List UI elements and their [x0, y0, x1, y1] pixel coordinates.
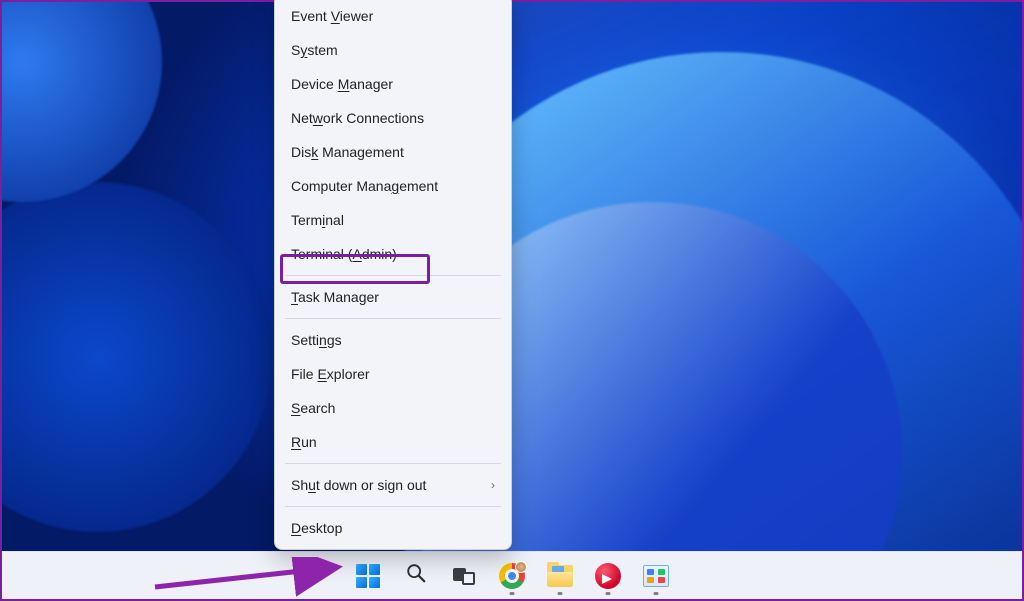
chrome-button[interactable]: [492, 556, 532, 596]
menu-item-settings[interactable]: Settings: [275, 323, 511, 357]
menu-separator: [285, 275, 501, 276]
menu-item-label: Terminal: [291, 211, 344, 229]
menu-separator: [285, 463, 501, 464]
menu-item-label: Terminal (Admin): [291, 245, 397, 263]
menu-item-disk-management[interactable]: Disk Management: [275, 135, 511, 169]
menu-item-label: Disk Management: [291, 143, 404, 161]
taskbar-running-indicator: [510, 592, 515, 595]
menu-item-label: Search: [291, 399, 335, 417]
menu-item-label: Task Manager: [291, 288, 379, 306]
taskbar-running-indicator: [606, 592, 611, 595]
search-icon: [405, 562, 427, 589]
menu-separator: [285, 506, 501, 507]
chrome-icon: [499, 563, 525, 589]
control-panel-button[interactable]: [636, 556, 676, 596]
menu-item-label: Computer Management: [291, 177, 438, 195]
menu-item-label: Run: [291, 433, 317, 451]
file-explorer-button[interactable]: [540, 556, 580, 596]
menu-item-task-manager[interactable]: Task Manager: [275, 280, 511, 314]
start-button[interactable]: [348, 556, 388, 596]
red-app-button[interactable]: [588, 556, 628, 596]
menu-item-terminal-admin[interactable]: Terminal (Admin): [275, 237, 511, 271]
chevron-right-icon: ›: [491, 476, 495, 494]
search-button[interactable]: [396, 556, 436, 596]
menu-item-label: Network Connections: [291, 109, 424, 127]
redapp-icon: [595, 563, 621, 589]
taskbar-running-indicator: [654, 592, 659, 595]
menu-item-terminal[interactable]: Terminal: [275, 203, 511, 237]
menu-item-desktop[interactable]: Desktop: [275, 511, 511, 545]
taskview-icon: [453, 565, 475, 587]
taskbar-running-indicator: [558, 592, 563, 595]
menu-item-label: Event Viewer: [291, 7, 373, 25]
menu-item-system[interactable]: System: [275, 33, 511, 67]
task-view-button[interactable]: [444, 556, 484, 596]
start-icon: [356, 564, 380, 588]
desktop-wallpaper: [2, 2, 1022, 599]
menu-item-computer-management[interactable]: Computer Management: [275, 169, 511, 203]
menu-item-label: Shut down or sign out: [291, 476, 426, 494]
ctrl-icon: [643, 565, 669, 587]
taskbar: [2, 551, 1022, 599]
menu-item-label: Settings: [291, 331, 342, 349]
menu-item-shut-down-or-sign-out[interactable]: Shut down or sign out ›: [275, 468, 511, 502]
winx-context-menu: Event Viewer System Device Manager Network …: [274, 0, 512, 550]
menu-item-event-viewer[interactable]: Event Viewer: [275, 0, 511, 33]
menu-item-network-connections[interactable]: Network Connections: [275, 101, 511, 135]
menu-separator: [285, 318, 501, 319]
menu-item-search[interactable]: Search: [275, 391, 511, 425]
menu-item-label: System: [291, 41, 338, 59]
menu-item-label: Device Manager: [291, 75, 393, 93]
menu-item-run[interactable]: Run: [275, 425, 511, 459]
menu-item-file-explorer[interactable]: File Explorer: [275, 357, 511, 391]
menu-item-label: File Explorer: [291, 365, 370, 383]
explorer-icon: [547, 565, 573, 587]
menu-item-label: Desktop: [291, 519, 342, 537]
menu-item-device-manager[interactable]: Device Manager: [275, 67, 511, 101]
